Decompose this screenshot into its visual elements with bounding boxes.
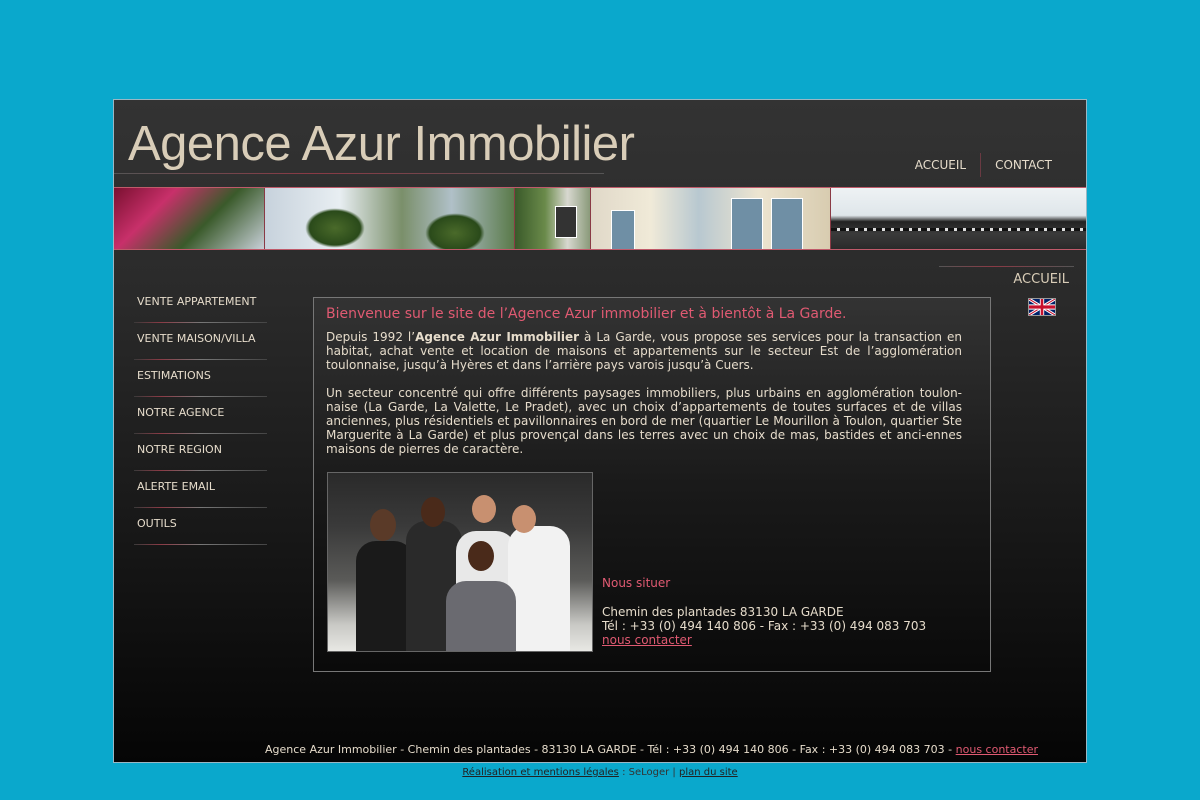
person-shape	[508, 526, 570, 651]
person-head	[472, 495, 496, 523]
breadcrumb-divider	[939, 266, 1074, 267]
palm-shape	[424, 213, 485, 249]
balcony-rail	[830, 228, 1086, 231]
main-content-box: Bienvenue sur le site de l’Agence Azur i…	[313, 297, 991, 672]
address-text: Chemin des plantades 83130 LA GARDE	[602, 605, 844, 619]
team-photo	[327, 472, 593, 652]
sector-paragraph: Un secteur concentré qui offre différent…	[326, 386, 962, 456]
topnav-accueil-link[interactable]: ACCUEIL	[901, 152, 980, 178]
credits-bar: Réalisation et mentions légales : SeLoge…	[0, 767, 1200, 778]
person-head	[370, 509, 396, 541]
nav-alerte-email[interactable]: ALERTE EMAIL	[134, 473, 267, 509]
nav-vente-maison-villa[interactable]: VENTE MAISON/VILLA	[134, 325, 267, 361]
person-head	[421, 497, 445, 527]
contact-link[interactable]: nous contacter	[602, 633, 692, 647]
topnav-contact-link[interactable]: CONTACT	[981, 152, 1066, 178]
site-logo[interactable]: Agence Azur Immobilier	[128, 116, 635, 172]
intro-paragraph: Depuis 1992 l’Agence Azur Immobilier à L…	[326, 330, 962, 372]
banner-photo-balcony	[830, 188, 1086, 249]
intro-text-start: Depuis 1992 l’	[326, 330, 416, 344]
window-shape	[554, 206, 577, 238]
person-head	[512, 505, 536, 533]
banner-photo-window	[514, 188, 591, 249]
breadcrumb: ACCUEIL	[1013, 272, 1069, 287]
legal-link[interactable]: Réalisation et mentions légales	[462, 767, 619, 778]
uk-flag-icon[interactable]	[1028, 298, 1056, 316]
nav-notre-region[interactable]: NOTRE REGION	[134, 436, 267, 472]
sitemap-link[interactable]: plan du site	[679, 767, 738, 778]
person-head	[468, 541, 494, 571]
nav-outils[interactable]: OUTILS	[134, 510, 267, 546]
locate-heading: Nous situer	[602, 576, 671, 590]
agency-name-bold: Agence Azur Immobilier	[415, 330, 580, 344]
contact-block: Chemin des plantades 83130 LA GARDE Tél …	[602, 605, 926, 647]
photo-banner	[114, 187, 1086, 250]
window-shape	[770, 198, 803, 249]
banner-photo-villa	[590, 188, 831, 249]
nav-vente-appartement[interactable]: VENTE APPARTEMENT	[134, 288, 267, 324]
footer-contact-link[interactable]: nous contacter	[956, 743, 1038, 756]
footer-text: Agence Azur Immobilier - Chemin des plan…	[265, 743, 956, 756]
person-shape	[446, 581, 516, 651]
nav-estimations[interactable]: ESTIMATIONS	[134, 362, 267, 398]
window-shape	[610, 210, 635, 249]
credits-separator: : SeLoger |	[618, 767, 679, 778]
welcome-heading: Bienvenue sur le site de l’Agence Azur i…	[326, 306, 847, 322]
top-navigation: ACCUEIL CONTACT	[901, 152, 1066, 178]
window-shape	[730, 198, 763, 249]
footer: Agence Azur Immobilier - Chemin des plan…	[114, 743, 1086, 756]
banner-photo-residence	[264, 188, 515, 249]
left-navigation: VENTE APPARTEMENT VENTE MAISON/VILLA EST…	[134, 288, 267, 547]
phone-fax-text: Tél : +33 (0) 494 140 806 - Fax : +33 (0…	[602, 619, 927, 633]
palm-shape	[304, 208, 365, 248]
nav-notre-agence[interactable]: NOTRE AGENCE	[134, 399, 267, 435]
logo-divider	[114, 173, 604, 174]
page-frame: Agence Azur Immobilier ACCUEIL CONTACT A…	[113, 99, 1087, 763]
banner-photo-flowers	[114, 188, 265, 249]
